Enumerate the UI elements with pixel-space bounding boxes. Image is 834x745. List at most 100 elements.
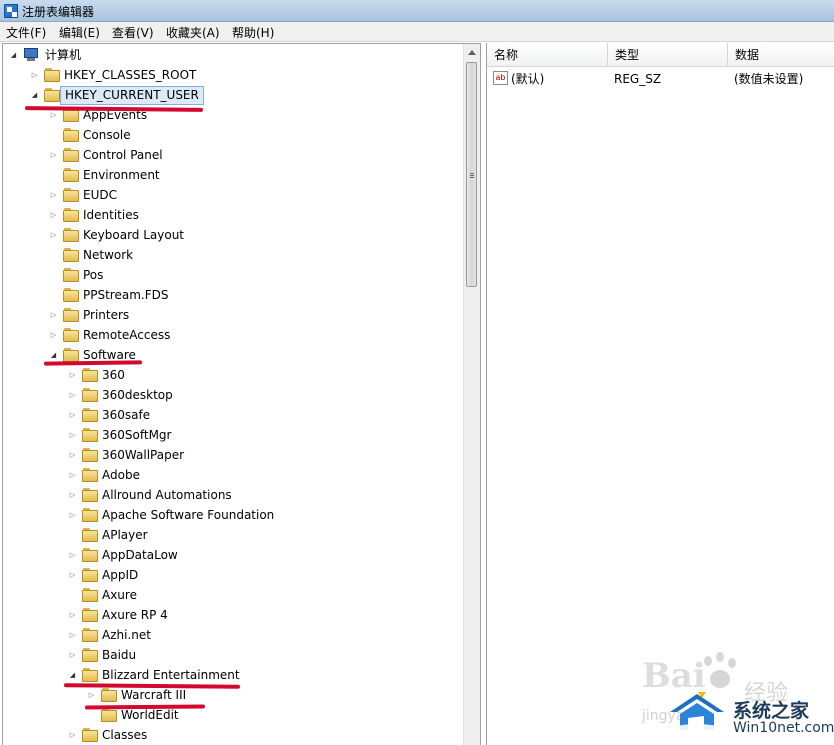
folder-icon	[82, 668, 98, 683]
folder-icon	[63, 188, 79, 203]
expand-icon[interactable]: ▷	[87, 685, 96, 705]
expand-icon[interactable]: ▷	[30, 65, 39, 85]
tree-label: PPStream.FDS	[83, 288, 169, 302]
tree-label: 计算机	[45, 48, 82, 62]
tree-label: Printers	[83, 308, 130, 322]
site-logo-house-icon	[668, 692, 726, 734]
tree-label: Console	[83, 128, 131, 142]
expand-icon[interactable]: ▷	[68, 725, 77, 745]
tree-label: 360desktop	[102, 388, 173, 402]
expand-icon[interactable]: ▷	[68, 485, 77, 505]
expand-icon[interactable]: ▷	[68, 565, 77, 585]
tree-label: HKEY_CLASSES_ROOT	[64, 68, 197, 82]
expand-icon[interactable]: ▷	[68, 365, 77, 385]
column-header-name[interactable]: 名称	[487, 43, 608, 67]
expand-icon[interactable]: ▷	[49, 185, 58, 205]
tree-label: Control Panel	[83, 148, 163, 162]
tree-label: Keyboard Layout	[83, 228, 185, 242]
tree-label: Network	[83, 248, 134, 262]
menu-bar: 文件(F) 编辑(E) 查看(V) 收藏夹(A) 帮助(H)	[0, 22, 834, 42]
expand-icon[interactable]: ▷	[68, 425, 77, 445]
window-title: 注册表编辑器	[22, 5, 95, 19]
scroll-up-icon[interactable]	[468, 50, 476, 55]
tree-label: Axure RP 4	[102, 608, 168, 622]
collapse-icon[interactable]: ◢	[30, 85, 39, 105]
column-header-data[interactable]: 数据	[728, 43, 834, 67]
expand-icon[interactable]: ▷	[68, 405, 77, 425]
registry-tree[interactable]: ◢ 计算机 ▷ HKEY_CLASSES_ROOT ◢ HKEY_CURRENT…	[2, 43, 481, 745]
folder-icon	[63, 228, 79, 243]
folder-icon	[63, 328, 79, 343]
menu-file[interactable]: 文件(F)	[5, 24, 47, 41]
folder-icon	[82, 628, 98, 643]
tree-label: 360SoftMgr	[102, 428, 172, 442]
folder-icon	[82, 388, 98, 403]
site-name: 系统之家	[733, 700, 810, 722]
values-list[interactable]: 名称 类型 数据 ab (默认) REG_SZ (数值未设置)	[486, 43, 834, 745]
expand-icon[interactable]: ▷	[49, 225, 58, 245]
folder-icon	[82, 728, 98, 743]
folder-icon	[82, 588, 98, 603]
folder-icon	[101, 708, 117, 723]
folder-icon	[63, 208, 79, 223]
folder-icon	[63, 268, 79, 283]
scroll-thumb[interactable]	[466, 62, 477, 287]
tree-label: Baidu	[102, 648, 137, 662]
expand-icon[interactable]: ▷	[68, 645, 77, 665]
folder-icon	[44, 68, 60, 83]
title-bar: 注册表编辑器	[0, 0, 834, 22]
tree-label: Environment	[83, 168, 160, 182]
expand-icon[interactable]: ▷	[68, 465, 77, 485]
folder-icon	[82, 508, 98, 523]
column-header-type[interactable]: 类型	[608, 43, 728, 67]
folder-icon	[63, 248, 79, 263]
value-name[interactable]: (默认)	[511, 69, 544, 89]
regedit-icon	[4, 4, 18, 18]
collapse-icon[interactable]: ◢	[68, 665, 77, 685]
expand-icon[interactable]: ▷	[49, 205, 58, 225]
expand-icon[interactable]: ▷	[68, 545, 77, 565]
tree-label: Blizzard Entertainment	[102, 668, 240, 682]
folder-icon	[82, 448, 98, 463]
folder-icon	[82, 428, 98, 443]
tree-label: 360WallPaper	[102, 448, 185, 462]
expand-icon[interactable]: ▷	[68, 505, 77, 525]
menu-view[interactable]: 查看(V)	[111, 24, 155, 41]
folder-icon	[82, 468, 98, 483]
expand-icon[interactable]: ▷	[49, 305, 58, 325]
folder-icon	[63, 168, 79, 183]
expand-icon[interactable]: ▷	[68, 625, 77, 645]
tree-label-selected: HKEY_CURRENT_USER	[60, 86, 204, 105]
folder-icon	[82, 548, 98, 563]
computer-icon	[23, 48, 39, 62]
expand-icon[interactable]: ▷	[49, 145, 58, 165]
folder-icon	[82, 408, 98, 423]
expand-icon[interactable]: ▷	[68, 385, 77, 405]
tree-label: APlayer	[102, 528, 148, 542]
tree-label: Identities	[83, 208, 139, 222]
tree-label: Apache Software Foundation	[102, 508, 275, 522]
expand-icon[interactable]: ▷	[49, 325, 58, 345]
expand-icon[interactable]: ▷	[68, 445, 77, 465]
folder-icon	[63, 308, 79, 323]
baidu-paw-icon	[698, 652, 740, 694]
menu-help[interactable]: 帮助(H)	[231, 24, 275, 41]
tree-scrollbar[interactable]	[463, 44, 480, 745]
grip-icon	[470, 173, 474, 174]
folder-icon	[82, 368, 98, 383]
value-data: (数值未设置)	[734, 72, 804, 86]
site-url: Win10net.com	[733, 720, 834, 736]
folder-icon	[44, 88, 60, 103]
tree-label: 360	[102, 368, 125, 382]
tree-label: Allround Automations	[102, 488, 232, 502]
folder-icon	[82, 648, 98, 663]
menu-favorites[interactable]: 收藏夹(A)	[165, 24, 221, 41]
tree-label: EUDC	[83, 188, 117, 202]
collapse-icon[interactable]: ◢	[9, 45, 18, 65]
tree-label: Adobe	[102, 468, 140, 482]
folder-icon	[82, 528, 98, 543]
menu-edit[interactable]: 编辑(E)	[58, 24, 101, 41]
folder-icon	[82, 608, 98, 623]
string-value-icon: ab	[493, 71, 508, 85]
expand-icon[interactable]: ▷	[68, 605, 77, 625]
